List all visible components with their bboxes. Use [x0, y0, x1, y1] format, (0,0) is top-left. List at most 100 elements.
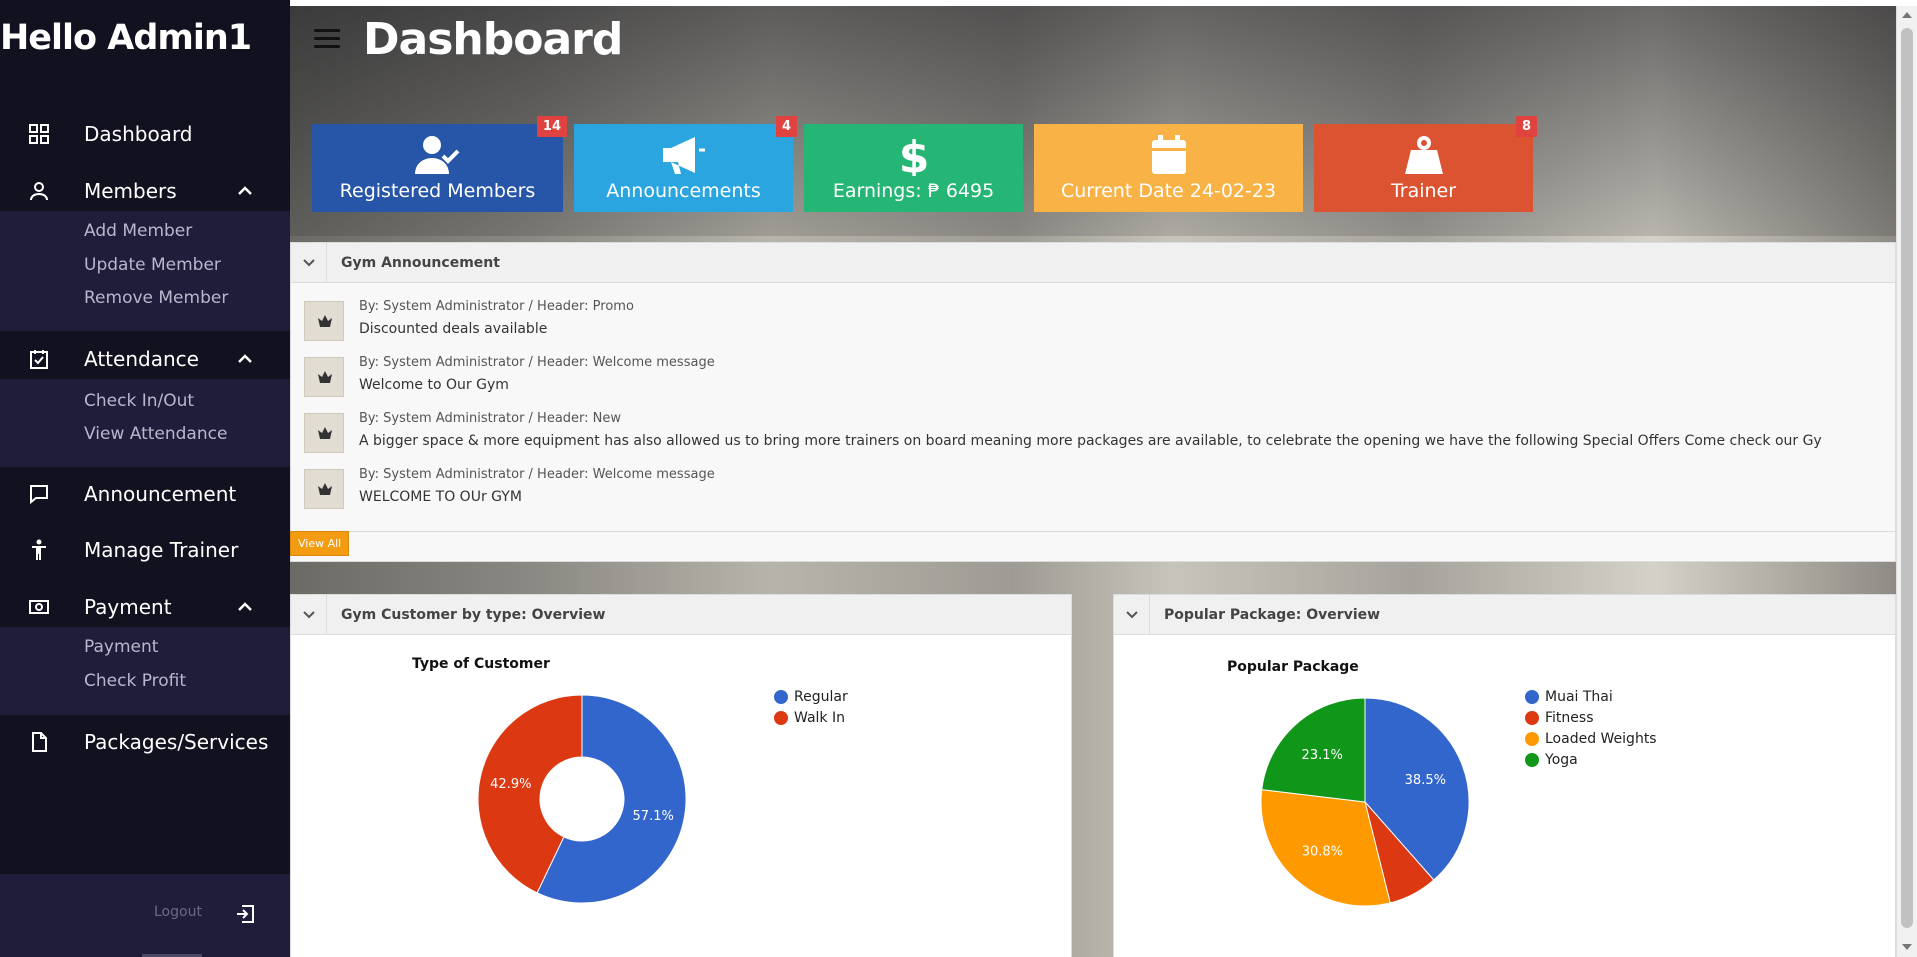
legend-item: Regular: [774, 686, 848, 707]
sidebar: Hello Admin1 Dashboard Members Add Membe…: [0, 0, 290, 957]
legend-swatch: [1525, 752, 1539, 767]
members-submenu: Add Member Update Member Remove Member: [0, 211, 290, 331]
legend-item: Muai Thai: [1525, 686, 1657, 707]
panel-header: Gym Announcement: [291, 243, 1895, 283]
gym-announcement-panel: Gym Announcement By: System Administrato…: [290, 242, 1896, 562]
collapse-toggle[interactable]: [1114, 595, 1150, 635]
panel-title: Popular Package: Overview: [1164, 607, 1381, 623]
user-check-icon: [414, 136, 459, 174]
legend-swatch: [774, 689, 788, 704]
sidebar-item-label: Manage Trainer: [84, 538, 239, 562]
legend-swatch: [774, 710, 788, 725]
package-pie-chart: 38.5% 30.8% 23.1%: [1260, 697, 1470, 907]
slice-value-label: 30.8%: [1302, 844, 1343, 859]
avatar: [304, 413, 344, 453]
weight-icon: [1404, 136, 1443, 174]
package-chart: Popular Package 38.5% 30.8% 23.1% Muai Tha…: [1114, 636, 1789, 957]
tile-label: Registered Members: [339, 180, 536, 202]
legend-label: Walk In: [794, 709, 845, 726]
legend-item: Walk In: [774, 707, 848, 728]
page-scrollbar[interactable]: [1896, 6, 1917, 957]
sidebar-item-dashboard[interactable]: Dashboard: [0, 114, 290, 154]
avatar: [304, 357, 344, 397]
popular-package-panel: Popular Package: Overview Popular Packag…: [1113, 594, 1896, 957]
collapse-toggle[interactable]: [291, 243, 327, 283]
document-icon: [32, 732, 47, 752]
tile-earnings[interactable]: $ Earnings: ₱ 6495: [804, 124, 1023, 212]
chevron-down-icon: [303, 259, 315, 267]
sidebar-item-members[interactable]: Members: [0, 171, 290, 211]
tile-announcements[interactable]: Announcements 4: [574, 116, 797, 212]
slice-value-label: 38.5%: [1405, 773, 1446, 788]
grid-icon: [29, 124, 49, 144]
page-title: Dashboard: [363, 14, 623, 65]
announcement-message: Welcome to Our Gym: [359, 377, 509, 393]
scroll-down-arrow[interactable]: [1902, 944, 1912, 950]
legend-label: Fitness: [1545, 709, 1594, 726]
sidebar-subitem-check-in-out[interactable]: Check In/Out: [84, 391, 194, 411]
crown-icon: [318, 483, 332, 495]
scrollbar-thumb[interactable]: [1901, 28, 1913, 928]
user-icon: [30, 182, 48, 201]
chat-bubble-icon: [30, 485, 48, 505]
tile-current-date[interactable]: Current Date 24-02-23: [1034, 124, 1303, 212]
count-badge: 4: [775, 116, 797, 137]
slice-value-label: 57.1%: [633, 809, 674, 824]
sidebar-subitem-add-member[interactable]: Add Member: [84, 221, 192, 241]
chevron-up-icon[interactable]: [236, 350, 254, 368]
scroll-up-arrow[interactable]: [1902, 12, 1912, 18]
collapse-toggle[interactable]: [291, 595, 327, 635]
count-badge: 8: [1515, 116, 1537, 137]
legend-label: Muai Thai: [1545, 688, 1613, 705]
sidebar-subitem-view-attendance[interactable]: View Attendance: [84, 424, 227, 444]
legend-label: Yoga: [1545, 751, 1578, 768]
avatar: [304, 301, 344, 341]
hamburger-menu-icon[interactable]: [314, 29, 340, 49]
legend-item: Loaded Weights: [1525, 728, 1657, 749]
legend-swatch: [1525, 689, 1539, 704]
calendar-check-icon: [30, 350, 48, 369]
tile-label: Current Date 24-02-23: [1060, 180, 1277, 202]
avatar: [304, 469, 344, 509]
slice-value-label: 42.9%: [490, 777, 531, 792]
legend-item: Fitness: [1525, 707, 1657, 728]
chevron-up-icon[interactable]: [236, 182, 254, 200]
panel-title: Gym Announcement: [341, 255, 500, 271]
sidebar-item-payment[interactable]: Payment: [0, 587, 290, 627]
panel-title: Gym Customer by type: Overview: [341, 607, 606, 623]
announcement-meta: By: System Administrator / Header: New: [359, 411, 622, 426]
tile-label: Announcements: [606, 180, 761, 202]
chevron-up-icon[interactable]: [236, 598, 254, 616]
sidebar-subitem-payment[interactable]: Payment: [84, 637, 158, 657]
chart-legend: Muai Thai Fitness Loaded Weights Yoga: [1525, 686, 1657, 770]
sidebar-item-packages-services[interactable]: Packages/Services: [0, 722, 290, 762]
sidebar-item-announcement[interactable]: Announcement: [0, 474, 290, 514]
tile-label: Trainer: [1390, 180, 1457, 202]
tile-registered-members[interactable]: Registered Members 14: [312, 116, 567, 212]
sidebar-item-label: Announcement: [84, 482, 237, 506]
attendance-submenu: Check In/Out View Attendance: [0, 379, 290, 467]
crown-icon: [318, 427, 332, 439]
calendar-icon: [1151, 135, 1186, 174]
greeting: Hello Admin1: [0, 18, 252, 58]
sidebar-subitem-update-member[interactable]: Update Member: [84, 255, 221, 275]
main-content: Dashboard Registered Members 14 Announce…: [290, 6, 1896, 957]
chevron-down-icon: [303, 611, 315, 619]
customer-type-panel: Gym Customer by type: Overview Type of C…: [290, 594, 1072, 957]
tile-trainer[interactable]: Trainer 8: [1314, 116, 1537, 212]
sidebar-subitem-check-profit[interactable]: Check Profit: [84, 671, 186, 691]
logout-link[interactable]: Logout: [154, 904, 202, 920]
sidebar-item-attendance[interactable]: Attendance: [0, 339, 290, 379]
view-all-button[interactable]: View All: [290, 531, 350, 556]
person-icon: [32, 539, 46, 560]
sidebar-item-label: Attendance: [84, 347, 199, 371]
sidebar-item-manage-trainer[interactable]: Manage Trainer: [0, 530, 290, 570]
logout-icon[interactable]: [234, 903, 256, 925]
megaphone-icon: [662, 137, 705, 174]
legend-label: Loaded Weights: [1545, 730, 1657, 747]
crown-icon: [318, 371, 332, 383]
customer-pie-chart: 57.1% 42.9%: [477, 694, 687, 904]
sidebar-subitem-remove-member[interactable]: Remove Member: [84, 288, 228, 308]
count-badge: 14: [536, 116, 567, 137]
cash-icon: [29, 600, 49, 614]
